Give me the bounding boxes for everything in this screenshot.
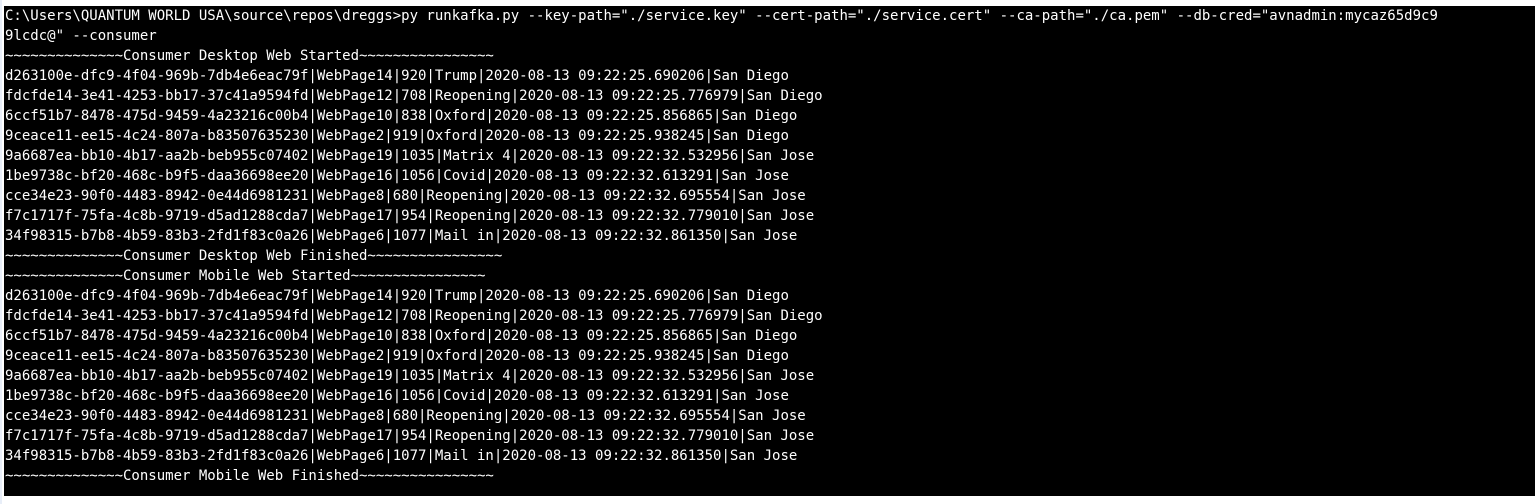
- log-row: 34f98315-b7b8-4b59-83b3-2fd1f83c0a26|Web…: [5, 228, 798, 244]
- log-row: 9ceace11-ee15-4c24-807a-b83507635230|Web…: [5, 348, 789, 364]
- terminal-window: C:\Users\QUANTUM WORLD USA\source\repos\…: [0, 0, 1540, 504]
- command-line-continuation: 9lcdc@" --consumer: [5, 28, 157, 44]
- log-row: f7c1717f-75fa-4c8b-9719-d5ad1288cda7|Web…: [5, 428, 815, 444]
- console-output[interactable]: C:\Users\QUANTUM WORLD USA\source\repos\…: [4, 6, 1535, 496]
- log-row: 6ccf51b7-8478-475d-9459-4a23216c00b4|Web…: [5, 108, 798, 124]
- log-row: cce34e23-90f0-4483-8942-0e44d6981231|Web…: [5, 408, 806, 424]
- mobile-finished-banner: ~~~~~~~~~~~~~~Consumer Mobile Web Finish…: [5, 468, 494, 484]
- log-row: 1be9738c-bf20-468c-b9f5-daa36698ee20|Web…: [5, 388, 789, 404]
- log-row: 34f98315-b7b8-4b59-83b3-2fd1f83c0a26|Web…: [5, 448, 798, 464]
- log-row: 9a6687ea-bb10-4b17-aa2b-beb955c07402|Web…: [5, 368, 815, 384]
- command-line: C:\Users\QUANTUM WORLD USA\source\repos\…: [5, 8, 1438, 24]
- log-row: cce34e23-90f0-4483-8942-0e44d6981231|Web…: [5, 188, 806, 204]
- desktop-started-banner: ~~~~~~~~~~~~~~Consumer Desktop Web Start…: [5, 48, 494, 64]
- mobile-started-banner: ~~~~~~~~~~~~~~Consumer Mobile Web Starte…: [5, 268, 486, 284]
- log-row: fdcfde14-3e41-4253-bb17-37c41a9594fd|Web…: [5, 88, 823, 104]
- desktop-finished-banner: ~~~~~~~~~~~~~~Consumer Desktop Web Finis…: [5, 248, 503, 264]
- log-row: 9ceace11-ee15-4c24-807a-b83507635230|Web…: [5, 128, 789, 144]
- log-row: d263100e-dfc9-4f04-969b-7db4e6eac79f|Web…: [5, 68, 789, 84]
- window-right-edge: [1535, 0, 1540, 504]
- log-row: 1be9738c-bf20-468c-b9f5-daa36698ee20|Web…: [5, 168, 789, 184]
- log-row: d263100e-dfc9-4f04-969b-7db4e6eac79f|Web…: [5, 288, 789, 304]
- window-left-edge: [0, 0, 2, 504]
- log-row: 6ccf51b7-8478-475d-9459-4a23216c00b4|Web…: [5, 328, 798, 344]
- log-row: 9a6687ea-bb10-4b17-aa2b-beb955c07402|Web…: [5, 148, 815, 164]
- log-row: f7c1717f-75fa-4c8b-9719-d5ad1288cda7|Web…: [5, 208, 815, 224]
- log-row: fdcfde14-3e41-4253-bb17-37c41a9594fd|Web…: [5, 308, 823, 324]
